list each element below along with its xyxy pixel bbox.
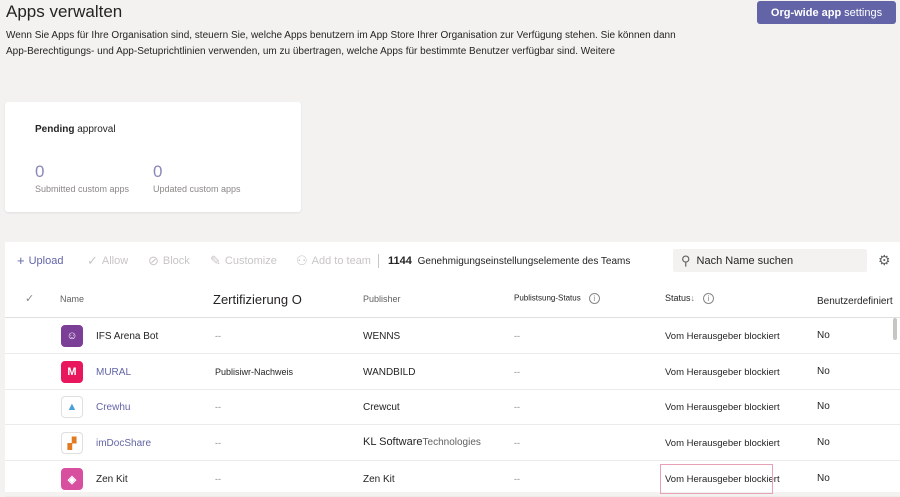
org-button-label-bold: Org-wide app bbox=[770, 6, 842, 19]
mural-icon: M bbox=[61, 361, 83, 383]
column-publishing-status[interactable]: Publistsung-Status i bbox=[514, 293, 600, 304]
certification-cell: -- bbox=[215, 402, 221, 412]
plus-icon: + bbox=[17, 253, 25, 268]
column-publishing-status-label: Publistsung-Status bbox=[514, 293, 581, 303]
scrollbar[interactable] bbox=[893, 318, 897, 340]
column-custom[interactable]: Benutzerdefiniert bbox=[817, 296, 893, 307]
pending-approval-title: Pending approval bbox=[35, 124, 116, 135]
status-cell: Vom Herausgeber blockiert bbox=[665, 402, 780, 413]
app-name-link[interactable]: Zen Kit bbox=[96, 474, 128, 485]
certification-cell: -- bbox=[215, 438, 221, 448]
pending-title-rest: approval bbox=[77, 124, 116, 135]
app-name-link[interactable]: Crewhu bbox=[96, 402, 130, 413]
allow-button[interactable]: ✓ Allow bbox=[87, 254, 128, 267]
description-text: Wenn Sie Apps für Ihre Organisation sind… bbox=[6, 30, 676, 57]
customize-label: Customize bbox=[224, 254, 277, 267]
status-cell: Vom Herausgeber blockiert bbox=[665, 438, 780, 449]
updated-label: Updated custom apps bbox=[153, 184, 241, 194]
custom-cell: No bbox=[817, 437, 830, 448]
crewhu-icon: ▲ bbox=[61, 396, 83, 418]
block-icon: ⊘ bbox=[148, 253, 159, 268]
table-row[interactable]: ▞ imDocShare -- KL SoftwareTechnologies -- Vo… bbox=[5, 425, 900, 461]
certification-cell: -- bbox=[215, 331, 221, 341]
org-wide-app-settings-button[interactable]: Org-wide app settings bbox=[757, 1, 896, 24]
app-name-link[interactable]: imDocShare bbox=[96, 438, 151, 449]
table-header: ✓ Name Zertifizierung O Publisher Publis… bbox=[5, 280, 900, 318]
publishing-status-cell: -- bbox=[514, 367, 520, 377]
search-box[interactable]: ⚲ bbox=[673, 249, 867, 272]
status-focus-box bbox=[660, 464, 773, 494]
custom-cell: No bbox=[817, 366, 830, 377]
submitted-count[interactable]: 0 bbox=[35, 162, 44, 182]
gear-icon[interactable]: ⚙ bbox=[878, 252, 891, 269]
publishing-status-cell: -- bbox=[514, 331, 520, 341]
allow-label: Allow bbox=[101, 254, 129, 267]
checkmark-icon: ✓ bbox=[87, 253, 98, 268]
add-to-team-button[interactable]: ⚇ Add to team bbox=[296, 254, 371, 267]
org-button-label-light: settings bbox=[844, 6, 883, 19]
apps-table-panel: + Upload ✓ Allow ⊘ Block ✎ Customize ⚇ A… bbox=[5, 242, 900, 497]
pencil-icon: ✎ bbox=[210, 253, 221, 268]
column-status-label: Status bbox=[665, 293, 691, 303]
pending-title-bold: Pending bbox=[35, 124, 75, 135]
certification-cell: -- bbox=[215, 474, 221, 484]
block-label: Block bbox=[162, 254, 190, 267]
status-cell: Vom Herausgeber blockiert bbox=[665, 367, 780, 378]
select-all-checkbox[interactable]: ✓ bbox=[25, 292, 34, 305]
search-input[interactable] bbox=[696, 254, 857, 267]
column-status[interactable]: Status↓ i bbox=[665, 293, 715, 305]
publisher-cell: WENNS bbox=[363, 331, 401, 342]
custom-cell: No bbox=[817, 473, 830, 484]
page-title: Apps verwalten bbox=[6, 2, 123, 21]
sort-arrow-down-icon: ↓ bbox=[690, 293, 696, 303]
publisher-rest: Technologies bbox=[422, 437, 481, 448]
block-button[interactable]: ⊘ Block bbox=[148, 254, 190, 267]
table-row[interactable]: ▲ Crewhu -- Crewcut -- Vom Herausgeber blocki… bbox=[5, 389, 900, 425]
info-icon[interactable]: i bbox=[703, 293, 715, 305]
toolbar-divider bbox=[378, 254, 379, 268]
page-description: Wenn Sie Apps für Ihre Organisation sind… bbox=[6, 28, 696, 59]
publishing-status-cell: -- bbox=[514, 438, 520, 448]
search-icon: ⚲ bbox=[681, 253, 691, 268]
updated-count[interactable]: 0 bbox=[153, 162, 162, 182]
toolbar: + Upload ✓ Allow ⊘ Block ✎ Customize ⚇ A… bbox=[5, 242, 900, 280]
pending-approval-card: Pending approval 0 Submitted custom apps… bbox=[5, 102, 301, 212]
app-name-link[interactable]: MURAL bbox=[96, 367, 131, 378]
zen-kit-icon: ◈ bbox=[61, 468, 83, 490]
custom-cell: No bbox=[817, 401, 830, 412]
column-certification[interactable]: Zertifizierung O bbox=[213, 292, 302, 307]
submitted-label: Submitted custom apps bbox=[35, 184, 130, 194]
publishing-status-cell: -- bbox=[514, 474, 520, 484]
custom-cell: No bbox=[817, 330, 830, 341]
column-name[interactable]: Name bbox=[60, 294, 84, 304]
publisher-cell: Crewcut bbox=[363, 402, 400, 413]
imdocshare-icon: ▞ bbox=[61, 432, 83, 454]
info-icon[interactable]: i bbox=[588, 293, 600, 304]
status-cell: Vom Herausgeber blockiert bbox=[665, 331, 780, 342]
team-icon: ⚇ bbox=[296, 253, 308, 268]
items-count-value: 1144 bbox=[388, 255, 412, 267]
table-row[interactable]: ☺ IFS Arena Bot -- WENNS -- Vom Herausgeber b… bbox=[5, 318, 900, 354]
items-count-label: Genehmigungseinstellungselemente des Tea… bbox=[417, 256, 631, 267]
column-publisher[interactable]: Publisher bbox=[363, 294, 401, 304]
ifs-arena-bot-icon: ☺ bbox=[61, 325, 83, 347]
app-name-link[interactable]: IFS Arena Bot bbox=[96, 331, 158, 342]
upload-label: Upload bbox=[28, 254, 64, 267]
publishing-status-cell: -- bbox=[514, 402, 520, 412]
items-count: 1144 Genehmigungseinstellungselemente de… bbox=[388, 255, 630, 267]
more-link[interactable]: Weitere bbox=[581, 46, 615, 57]
publisher-main: KL Software bbox=[363, 436, 423, 448]
table-row[interactable]: M MURAL Publisiwr-Nachweis WANDBILD -- Vom He… bbox=[5, 354, 900, 390]
customize-button[interactable]: ✎ Customize bbox=[210, 254, 277, 267]
upload-button[interactable]: + Upload bbox=[17, 254, 63, 267]
publisher-cell: Zen Kit bbox=[363, 474, 395, 485]
certification-cell: Publisiwr-Nachweis bbox=[215, 367, 294, 377]
add-to-team-label: Add to team bbox=[311, 254, 371, 267]
publisher-cell: KL SoftwareTechnologies bbox=[363, 436, 481, 448]
publisher-cell: WANDBILD bbox=[363, 367, 416, 378]
